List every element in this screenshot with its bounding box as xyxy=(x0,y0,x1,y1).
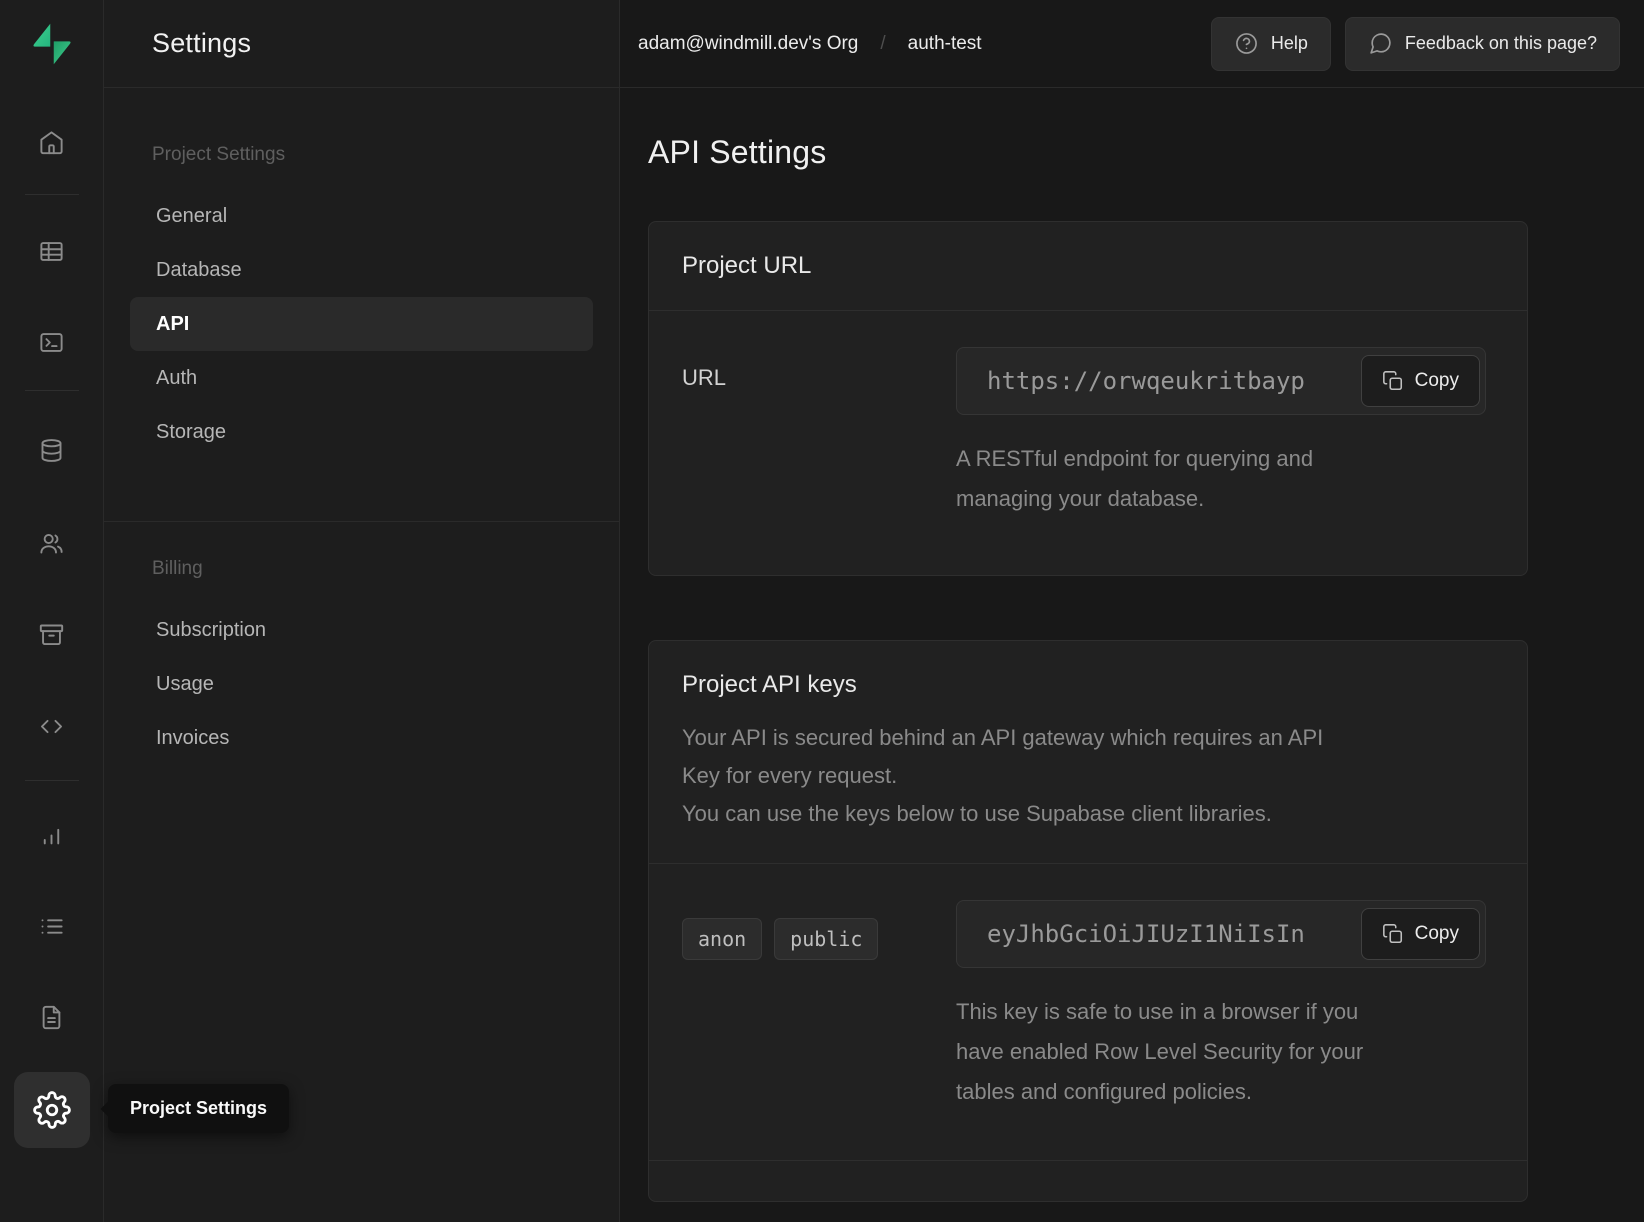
sidebar-item-subscription[interactable]: Subscription xyxy=(130,603,593,657)
api-settings-content: API Settings Project URL URL https://orw… xyxy=(620,88,1644,1202)
settings-sidebar-titlebar: Settings xyxy=(104,0,619,88)
sql-editor-icon xyxy=(38,329,65,356)
logs-list-icon xyxy=(38,913,65,940)
sidebar-item-database[interactable]: Database xyxy=(130,243,593,297)
sidebar-item-api[interactable]: API xyxy=(130,297,593,351)
api-keys-card-description: Your API is secured behind an API gatewa… xyxy=(682,719,1494,833)
settings-sidebar-title: Settings xyxy=(152,28,251,59)
project-settings-nav-button[interactable] xyxy=(14,1072,90,1148)
rail-divider xyxy=(25,194,79,195)
breadcrumb-org[interactable]: adam@windmill.dev's Org xyxy=(638,33,858,55)
sidebar-item-usage[interactable]: Usage xyxy=(130,657,593,711)
help-circle-icon xyxy=(1234,31,1259,56)
storage-archive-icon xyxy=(38,621,65,648)
section-header-billing: Billing xyxy=(104,554,619,584)
description-line: A RESTful endpoint for querying and xyxy=(956,439,1494,479)
home-icon xyxy=(38,129,65,156)
rail-divider xyxy=(25,390,79,391)
sidebar-item-auth[interactable]: Auth xyxy=(130,351,593,405)
storage-nav-button[interactable] xyxy=(28,610,76,658)
next-key-row-partial xyxy=(649,1161,1527,1201)
settings-gear-icon xyxy=(33,1091,71,1129)
help-button-label: Help xyxy=(1271,33,1308,54)
home-nav-button[interactable] xyxy=(28,118,76,166)
supabase-bolt-icon xyxy=(30,22,74,66)
feedback-button-label: Feedback on this page? xyxy=(1405,33,1597,54)
reports-chart-icon xyxy=(38,822,65,849)
breadcrumb-separator: / xyxy=(872,33,893,55)
settings-sidebar: Settings Project Settings General Databa… xyxy=(104,0,620,1222)
url-field-label: URL xyxy=(682,365,956,391)
authentication-nav-button[interactable] xyxy=(28,519,76,567)
description-line: You can use the keys below to use Supaba… xyxy=(682,795,1494,833)
badge-anon: anon xyxy=(682,918,762,960)
url-field-description: A RESTful endpoint for querying and mana… xyxy=(956,439,1494,519)
reports-nav-button[interactable] xyxy=(28,811,76,859)
description-line: tables and configured policies. xyxy=(956,1072,1494,1112)
project-url-card-title: Project URL xyxy=(682,252,1494,280)
anon-key-description: This key is safe to use in a browser if … xyxy=(956,992,1494,1112)
table-editor-nav-button[interactable] xyxy=(28,227,76,275)
project-api-keys-card: Project API keys Your API is secured beh… xyxy=(648,640,1528,1202)
supabase-logo[interactable] xyxy=(0,0,104,88)
copy-anon-key-button-label: Copy xyxy=(1415,923,1459,945)
database-nav-button[interactable] xyxy=(28,426,76,474)
tooltip-label: Project Settings xyxy=(130,1098,267,1118)
top-header-bar: adam@windmill.dev's Org / auth-test Help… xyxy=(620,0,1644,88)
copy-icon xyxy=(1382,370,1404,392)
edge-functions-nav-button[interactable] xyxy=(28,702,76,750)
description-line: have enabled Row Level Security for your xyxy=(956,1032,1494,1072)
breadcrumb-project[interactable]: auth-test xyxy=(908,33,982,55)
sidebar-item-general[interactable]: General xyxy=(130,189,593,243)
copy-url-button[interactable]: Copy xyxy=(1361,355,1480,407)
project-settings-tooltip: Project Settings xyxy=(108,1084,289,1133)
copy-icon xyxy=(1382,923,1404,945)
chat-bubble-icon xyxy=(1368,31,1393,56)
edge-functions-code-icon xyxy=(38,713,65,740)
table-editor-icon xyxy=(38,238,65,265)
description-line: managing your database. xyxy=(956,479,1494,519)
icon-rail xyxy=(0,0,104,1222)
copy-anon-key-button[interactable]: Copy xyxy=(1361,908,1480,960)
help-button[interactable]: Help xyxy=(1211,17,1331,71)
logs-nav-button[interactable] xyxy=(28,902,76,950)
url-field-row: URL https://orwqeukritbayp Copy xyxy=(649,311,1527,575)
docs-nav-button[interactable] xyxy=(28,993,76,1041)
key-badges: anon public xyxy=(682,918,956,960)
docs-file-icon xyxy=(38,1004,65,1031)
anon-key-input[interactable]: eyJhbGciOiJIUzI1NiIsIn Copy xyxy=(956,900,1486,968)
section-header-project-settings: Project Settings xyxy=(104,140,619,170)
description-line: This key is safe to use in a browser if … xyxy=(956,992,1494,1032)
auth-users-icon xyxy=(38,530,65,557)
project-url-input[interactable]: https://orwqeukritbayp Copy xyxy=(956,347,1486,415)
api-keys-card-title: Project API keys xyxy=(682,671,1494,699)
database-icon xyxy=(38,437,65,464)
main-area: adam@windmill.dev's Org / auth-test Help… xyxy=(620,0,1644,1222)
sidebar-item-storage[interactable]: Storage xyxy=(130,405,593,459)
page-title: API Settings xyxy=(648,134,1616,171)
copy-url-button-label: Copy xyxy=(1415,370,1459,392)
badge-public: public xyxy=(774,918,878,960)
description-line: Your API is secured behind an API gatewa… xyxy=(682,719,1494,757)
rail-divider xyxy=(25,780,79,781)
anon-key-row: anon public eyJhbGciOiJIUzI1NiIsIn Copy xyxy=(649,864,1527,1160)
feedback-button[interactable]: Feedback on this page? xyxy=(1345,17,1620,71)
project-url-card: Project URL URL https://orwqeukritbayp xyxy=(648,221,1528,576)
description-line: Key for every request. xyxy=(682,757,1494,795)
sql-editor-nav-button[interactable] xyxy=(28,318,76,366)
sidebar-item-invoices[interactable]: Invoices xyxy=(130,711,593,765)
